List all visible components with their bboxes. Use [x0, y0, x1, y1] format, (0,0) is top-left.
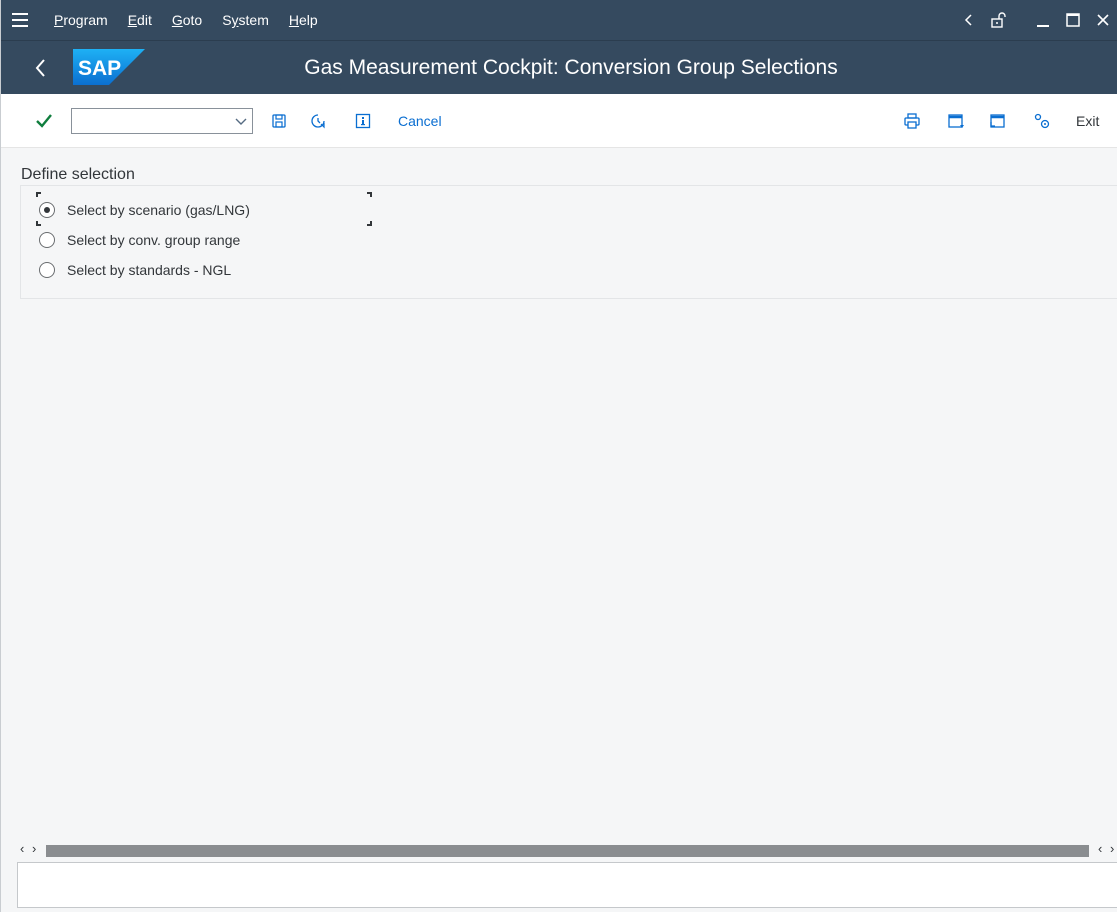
window-icon[interactable] [944, 109, 968, 133]
close-icon[interactable] [1088, 0, 1117, 40]
unlock-icon[interactable] [984, 0, 1014, 40]
menu-goto[interactable]: Goto [172, 12, 202, 28]
command-field[interactable] [71, 108, 253, 134]
radio-option-standards-ngl[interactable]: Select by standards - NGL [39, 260, 231, 280]
radio-button[interactable] [39, 232, 55, 248]
collapse-menu-icon[interactable] [954, 0, 984, 40]
status-bar [17, 862, 1117, 908]
define-selection-heading: Define selection [21, 166, 135, 183]
page-title: Gas Measurement Cockpit: Conversion Grou… [304, 56, 838, 79]
scrollbar-thumb[interactable] [46, 845, 1089, 857]
checkmark-icon[interactable] [32, 109, 56, 133]
radio-button[interactable] [39, 262, 55, 278]
history-icon[interactable] [306, 109, 330, 133]
settings-icon[interactable] [1030, 109, 1054, 133]
radio-button-selected[interactable] [39, 202, 55, 218]
focus-corner-tr [367, 192, 372, 197]
sap-gui-window: Program Edit Goto System Help SAP Gas Me… [0, 0, 1117, 912]
cancel-button[interactable]: Cancel [398, 113, 442, 129]
menu-program[interactable]: Program [54, 12, 108, 28]
menu-bar: Program Edit Goto System Help [1, 0, 1117, 40]
maximize-icon[interactable] [1058, 0, 1088, 40]
menu-edit[interactable]: Edit [128, 12, 152, 28]
scroll-left-right-icon[interactable]: ‹ › [20, 841, 38, 856]
radio-option-label: Select by standards - NGL [67, 262, 232, 278]
hamburger-icon[interactable] [12, 0, 34, 40]
scroll-left-right-icon[interactable]: ‹ › [1098, 841, 1116, 856]
info-icon[interactable] [351, 109, 375, 133]
application-toolbar: Cancel Exit [1, 94, 1117, 148]
horizontal-scrollbar[interactable]: ‹ › ‹ › [20, 841, 1117, 857]
menu-help[interactable]: Help [289, 12, 318, 28]
focus-corner-bl [36, 221, 41, 226]
menu-system[interactable]: System [222, 12, 269, 28]
window-controls [954, 0, 1117, 40]
radio-option-conv-group-range[interactable]: Select by conv. group range [39, 230, 240, 250]
exit-button[interactable]: Exit [1076, 113, 1099, 129]
radio-option-label: Select by scenario (gas/LNG) [67, 202, 250, 218]
chevron-down-icon[interactable] [234, 114, 248, 128]
focus-corner-tl [36, 192, 41, 197]
print-icon[interactable] [900, 109, 924, 133]
minimize-icon[interactable] [1028, 0, 1058, 40]
save-icon[interactable] [267, 109, 291, 133]
title-bar: SAP Gas Measurement Cockpit: Conversion … [1, 40, 1117, 94]
radio-option-label: Select by conv. group range [67, 232, 241, 248]
radio-option-scenario[interactable]: Select by scenario (gas/LNG) [39, 200, 250, 220]
focus-corner-br [367, 221, 372, 226]
window-export-icon[interactable] [985, 109, 1009, 133]
